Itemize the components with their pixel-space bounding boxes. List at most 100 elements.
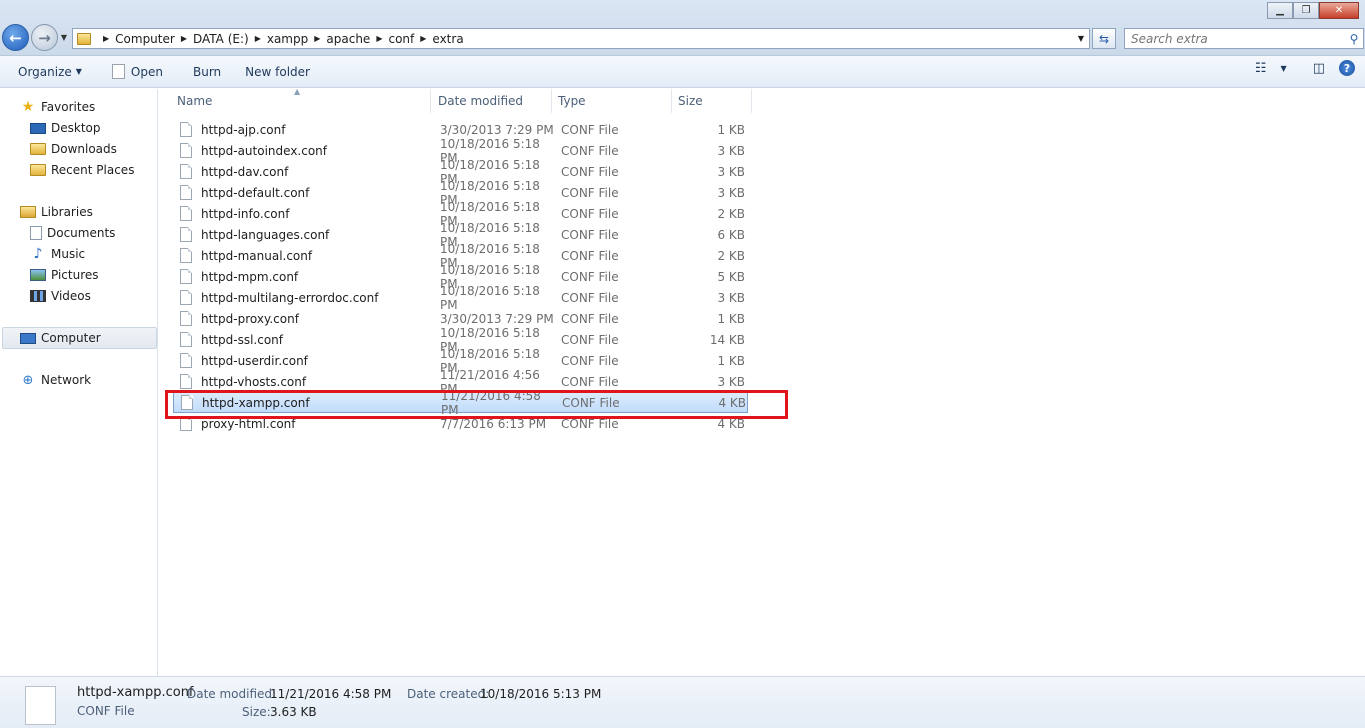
conf-file-icon — [180, 374, 192, 389]
size-label: Size: — [242, 705, 271, 719]
view-options-dropdown-icon[interactable]: ▼ — [1281, 64, 1287, 73]
file-size: 14 KB — [709, 332, 745, 347]
chevron-right-icon[interactable]: ▶ — [376, 34, 382, 43]
column-header-size[interactable]: Size — [672, 89, 752, 113]
table-row[interactable]: proxy-html.conf 7/7/2016 6:13 PM CONF Fi… — [173, 413, 748, 434]
column-header-name[interactable]: Name — [171, 89, 431, 113]
file-name: httpd-userdir.conf — [201, 353, 308, 368]
crumb-computer[interactable]: Computer — [115, 32, 175, 46]
folder-icon — [77, 32, 91, 45]
crumb-xampp[interactable]: xampp — [267, 32, 308, 46]
chevron-right-icon[interactable]: ▶ — [420, 34, 426, 43]
table-row-selected[interactable]: httpd-xampp.conf 11/21/2016 4:58 PM CONF… — [173, 389, 748, 417]
conf-file-icon — [181, 395, 193, 410]
search-input[interactable] — [1131, 31, 1345, 46]
sidebar-label: Desktop — [51, 121, 101, 135]
table-row[interactable]: httpd-multilang-errordoc.conf 10/18/2016… — [173, 284, 748, 312]
pictures-icon — [30, 269, 46, 281]
file-type: CONF File — [561, 185, 619, 200]
search-icon[interactable]: ⚲ — [1345, 32, 1363, 46]
file-type: CONF File — [561, 122, 619, 137]
file-name: httpd-ajp.conf — [201, 122, 286, 137]
file-name: httpd-mpm.conf — [201, 269, 299, 284]
file-size: 3 KB — [717, 164, 745, 179]
file-size: 1 KB — [717, 353, 745, 368]
downloads-folder-icon — [30, 143, 46, 155]
chevron-right-icon[interactable]: ▶ — [103, 34, 109, 43]
conf-file-icon — [180, 332, 192, 347]
refresh-icon[interactable]: ⇆ — [1092, 28, 1116, 49]
forward-arrow-icon[interactable]: → — [31, 24, 58, 51]
sidebar-item-network[interactable]: ⊕ Network — [20, 370, 92, 390]
sidebar-item-libraries[interactable]: Libraries — [20, 202, 93, 222]
preview-pane-icon[interactable]: ◫ — [1313, 61, 1325, 76]
file-type: CONF File — [561, 311, 619, 326]
sidebar-label: Network — [41, 373, 92, 387]
file-name: httpd-ssl.conf — [201, 332, 284, 347]
sidebar-item-favorites[interactable]: ★ Favorites — [20, 97, 96, 117]
column-label: Name — [177, 94, 213, 108]
sidebar-item-computer[interactable]: Computer — [2, 327, 157, 349]
file-size: 2 KB — [717, 248, 745, 263]
sidebar-item-pictures[interactable]: Pictures — [30, 265, 99, 285]
crumb-extra[interactable]: extra — [432, 32, 463, 46]
date-created-value: 10/18/2016 5:13 PM — [480, 687, 602, 701]
column-header-date-modified[interactable]: Date modified — [432, 89, 552, 113]
open-label: Open — [130, 64, 163, 79]
sidebar-item-recent-places[interactable]: Recent Places — [30, 160, 134, 180]
crumb-apache[interactable]: apache — [326, 32, 370, 46]
file-size: 3 KB — [717, 290, 745, 305]
file-size: 4 KB — [717, 416, 745, 431]
sidebar-item-music[interactable]: ♪ Music — [30, 244, 86, 264]
open-button[interactable]: Open — [104, 59, 171, 85]
burn-label: Burn — [192, 64, 222, 79]
file-name: httpd-proxy.conf — [201, 311, 299, 326]
videos-icon — [30, 290, 46, 302]
column-header-type[interactable]: Type — [552, 89, 672, 113]
crumb-data-drive[interactable]: DATA (E:) — [193, 32, 249, 46]
conf-file-icon — [180, 143, 192, 158]
desktop-icon — [30, 122, 46, 134]
conf-file-icon — [180, 290, 192, 305]
column-label: Date modified — [438, 94, 524, 108]
chevron-right-icon[interactable]: ▶ — [314, 34, 320, 43]
crumb-conf[interactable]: conf — [388, 32, 414, 46]
toolbar-right-group: ☷ ▼ ◫ ? — [1255, 60, 1355, 76]
date-modified-value: 11/21/2016 4:58 PM — [270, 687, 392, 701]
address-bar-area: ▁ ❐ ✕ ← → ▼ ▶ Computer ▶ DATA (E:) ▶ xampp … — [0, 0, 1365, 56]
maximize-icon[interactable]: ❐ — [1293, 2, 1319, 19]
file-list: ▲ Name Date modified Type Size httpd-ajp… — [159, 87, 1365, 676]
recent-pages-dropdown-icon[interactable]: ▼ — [58, 33, 70, 42]
file-type: CONF File — [561, 248, 619, 263]
close-icon[interactable]: ✕ — [1319, 2, 1359, 19]
minimize-icon[interactable]: ▁ — [1267, 2, 1293, 19]
chevron-right-icon[interactable]: ▶ — [255, 34, 261, 43]
window-controls: ▁ ❐ ✕ — [1267, 2, 1359, 19]
change-view-icon[interactable]: ☷ — [1255, 61, 1267, 76]
file-type: CONF File — [561, 290, 619, 305]
address-dropdown-icon[interactable]: ▼ — [1073, 34, 1089, 43]
chevron-right-icon[interactable]: ▶ — [181, 34, 187, 43]
file-name: proxy-html.conf — [201, 416, 296, 431]
organize-button[interactable]: Organize ▼ — [10, 59, 90, 85]
conf-file-icon — [180, 248, 192, 263]
sidebar-item-downloads[interactable]: Downloads — [30, 139, 117, 159]
file-date: 7/7/2016 6:13 PM — [440, 416, 547, 431]
file-name: httpd-vhosts.conf — [201, 374, 307, 389]
back-arrow-icon[interactable]: ← — [2, 24, 29, 51]
new-folder-button[interactable]: New folder — [237, 59, 318, 85]
address-breadcrumb[interactable]: ▶ Computer ▶ DATA (E:) ▶ xampp ▶ apache ▶ con… — [72, 28, 1090, 49]
conf-file-icon — [180, 416, 192, 431]
file-size: 4 KB — [718, 395, 746, 410]
help-icon[interactable]: ? — [1339, 60, 1355, 76]
sidebar-label: Downloads — [51, 142, 117, 156]
file-size: 3 KB — [717, 374, 745, 389]
conf-file-icon — [180, 227, 192, 242]
burn-button[interactable]: Burn — [185, 59, 229, 85]
sidebar-item-desktop[interactable]: Desktop — [30, 118, 101, 138]
sidebar-item-documents[interactable]: Documents — [30, 223, 115, 243]
sidebar-item-videos[interactable]: Videos — [30, 286, 91, 306]
organize-label: Organize — [18, 64, 72, 79]
file-type: CONF File — [561, 206, 619, 221]
file-size: 1 KB — [717, 311, 745, 326]
